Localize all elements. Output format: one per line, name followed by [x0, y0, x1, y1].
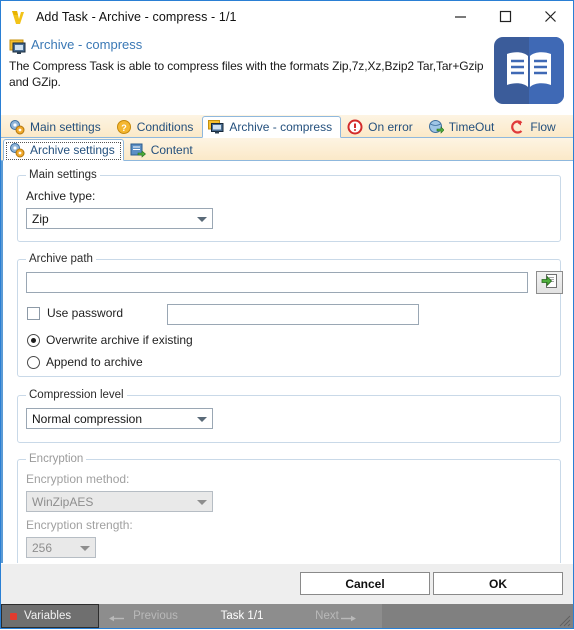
next-label: Next — [315, 610, 339, 622]
close-icon[interactable] — [528, 1, 573, 32]
next-button[interactable]: Next — [272, 604, 382, 628]
arrow-right-icon — [340, 613, 356, 625]
add-task-dialog: Add Task - Archive - compress - 1/1 Arch… — [0, 0, 574, 629]
archive-type-label: Archive type: — [26, 189, 96, 203]
status-bar: Variables Previous Task 1/1 Next — [1, 604, 573, 628]
timeout-clock-icon — [428, 119, 445, 135]
variables-label: Variables — [24, 610, 72, 622]
ok-button[interactable]: OK — [433, 572, 563, 595]
browse-archive-path-button[interactable] — [536, 271, 563, 294]
tab-label: Flow — [530, 119, 556, 134]
subtab-label: Archive settings — [30, 143, 115, 157]
tab-main-settings[interactable]: Main settings — [3, 115, 110, 137]
overwrite-archive-radio[interactable] — [27, 334, 40, 347]
resize-grip-icon[interactable] — [559, 615, 571, 627]
previous-button[interactable]: Previous — [99, 604, 212, 628]
chevron-down-icon — [197, 216, 207, 222]
encryption-strength-value: 256 — [32, 540, 53, 555]
app-logo-icon — [9, 7, 29, 27]
maximize-icon[interactable] — [483, 1, 528, 32]
previous-label: Previous — [133, 610, 178, 622]
overwrite-archive-label: Overwrite archive if existing — [46, 333, 193, 347]
subtab-archive-settings[interactable]: Archive settings — [3, 139, 124, 161]
window-controls — [438, 1, 573, 32]
manual-book-icon[interactable] — [494, 37, 564, 104]
chevron-down-icon — [80, 545, 90, 551]
tab-label: Conditions — [136, 119, 194, 134]
tab-archive-compress[interactable]: Archive - compress — [202, 116, 342, 138]
cancel-button[interactable]: Cancel — [300, 572, 430, 595]
encryption-strength-label: Encryption strength: — [26, 518, 133, 532]
tab-label: On error — [368, 119, 413, 134]
tab-bar: Main settings ? Conditions Archive - com… — [1, 115, 573, 138]
arrow-left-icon — [109, 613, 125, 625]
main-settings-legend: Main settings — [26, 169, 100, 181]
tab-timeout[interactable]: TimeOut — [422, 115, 504, 137]
encryption-strength-select[interactable]: 256 — [26, 537, 96, 558]
window-title: Add Task - Archive - compress - 1/1 — [36, 9, 237, 24]
task-counter: Task 1/1 — [212, 604, 272, 628]
page-title: Archive - compress — [31, 37, 143, 52]
main-settings-group: Main settings Archive type: Zip — [17, 169, 561, 242]
use-password-checkbox[interactable] — [27, 307, 40, 320]
encryption-legend: Encryption — [26, 453, 87, 465]
dialog-footer: Cancel OK — [1, 563, 573, 604]
compression-level-value: Normal compression — [32, 411, 143, 426]
error-circle-icon — [347, 119, 363, 135]
archive-path-group: Archive path Use password Overwrite arch… — [17, 253, 563, 377]
archive-compress-icon — [208, 119, 224, 135]
svg-text:?: ? — [121, 123, 127, 133]
archive-settings-panel: Main settings Archive type: Zip Archive … — [1, 161, 573, 572]
tab-label: Main settings — [30, 119, 101, 134]
gears-icon — [9, 119, 25, 135]
use-password-label: Use password — [47, 306, 124, 320]
tab-conditions[interactable]: ? Conditions — [110, 115, 203, 137]
tab-flow[interactable]: Flow — [503, 115, 564, 137]
archive-compress-icon — [9, 38, 27, 56]
task-counter-label: Task 1/1 — [220, 610, 264, 622]
append-archive-radio[interactable] — [27, 356, 40, 369]
task-description: The Compress Task is able to compress fi… — [9, 59, 484, 89]
archive-type-select[interactable]: Zip — [26, 208, 213, 229]
compression-level-legend: Compression level — [26, 389, 127, 401]
password-input[interactable] — [167, 304, 419, 325]
subtab-content[interactable]: Content — [124, 138, 202, 160]
encryption-group: Encryption Encryption method: WinZipAES … — [17, 453, 561, 572]
title-bar: Add Task - Archive - compress - 1/1 — [1, 1, 573, 32]
chevron-down-icon — [197, 416, 207, 422]
tab-label: Archive - compress — [229, 120, 333, 134]
tab-label: TimeOut — [448, 119, 495, 134]
question-circle-icon: ? — [116, 119, 132, 135]
chevron-down-icon — [197, 499, 207, 505]
task-header: Archive - compress The Compress Task is … — [1, 32, 573, 115]
encryption-method-value: WinZipAES — [32, 494, 94, 509]
archive-path-legend: Archive path — [26, 253, 96, 265]
variables-dot-icon — [10, 612, 17, 620]
encryption-method-select[interactable]: WinZipAES — [26, 491, 213, 512]
archive-type-value: Zip — [32, 211, 49, 226]
flow-arrow-icon — [509, 119, 525, 135]
tab-on-error[interactable]: On error — [341, 115, 422, 137]
compression-level-select[interactable]: Normal compression — [26, 408, 213, 429]
append-archive-label: Append to archive — [46, 355, 143, 369]
encryption-method-label: Encryption method: — [26, 472, 130, 486]
content-arrow-icon — [130, 142, 146, 158]
archive-path-input[interactable] — [26, 272, 528, 293]
browse-file-icon — [541, 273, 558, 293]
subtab-bar: Archive settings Content — [1, 138, 573, 161]
gears-icon — [9, 142, 25, 158]
compression-level-group: Compression level Normal compression — [17, 389, 561, 443]
minimize-icon[interactable] — [438, 1, 483, 32]
subtab-label: Content — [150, 142, 193, 157]
variables-button[interactable]: Variables — [1, 604, 99, 628]
